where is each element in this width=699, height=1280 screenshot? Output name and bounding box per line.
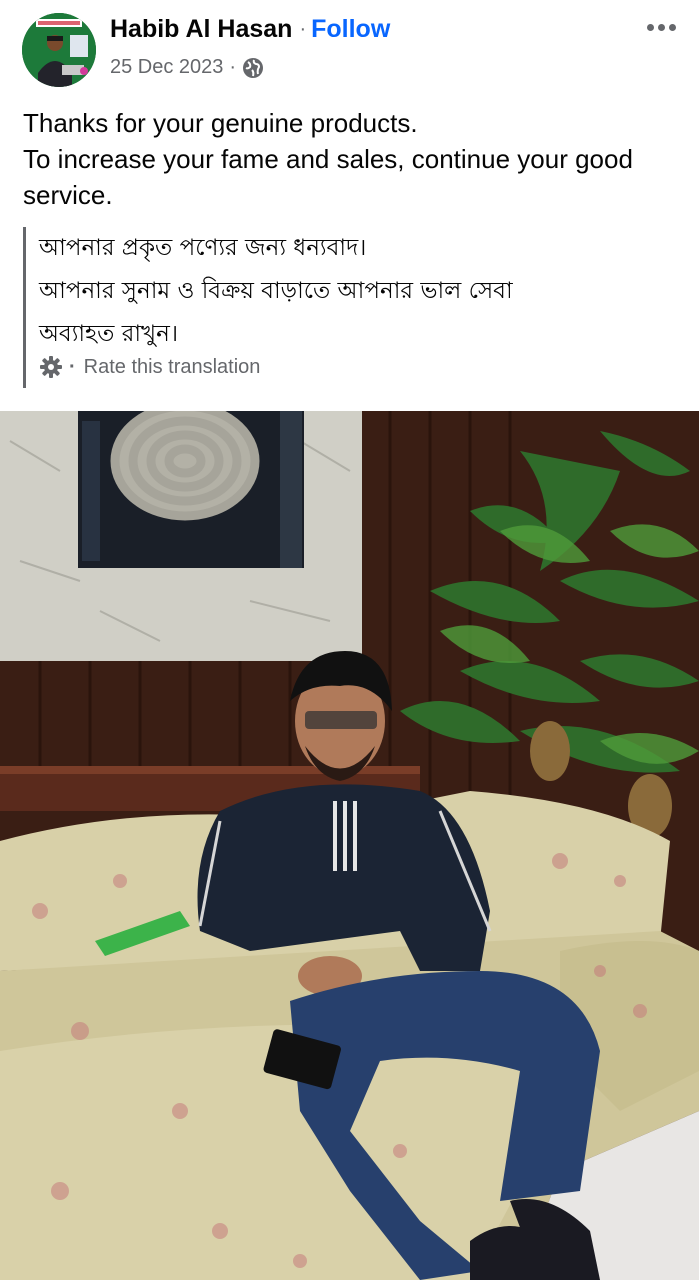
name-separator: · <box>299 18 307 40</box>
post-meta: 25 Dec 2023 · <box>110 56 264 79</box>
follow-button[interactable]: Follow <box>311 15 390 44</box>
translated-line: অব্যাহত রাখুন। <box>39 321 179 347</box>
translated-line: আপনার সুনাম ও বিক্রয় বাড়াতে আপনার ভাল … <box>39 278 513 304</box>
more-options-icon[interactable] <box>641 14 681 40</box>
globe-icon[interactable] <box>242 57 264 79</box>
photo-man-on-sofa <box>0 411 699 1280</box>
translation-block: আপনার প্রকৃত পণ্যের জন্য ধন্যবাদ। আপনার … <box>23 227 673 388</box>
date-separator: · <box>229 56 237 78</box>
translated-line: আপনার প্রকৃত পণ্যের জন্য ধন্যবাদ। <box>39 235 367 261</box>
author-name[interactable]: Habib Al Hasan <box>110 15 292 44</box>
post-text-line: To increase your fame and sales, continu… <box>23 144 633 210</box>
post-text-line: Thanks for your genuine products. <box>23 108 418 138</box>
translated-text: আপনার প্রকৃত পণ্যের জন্য ধন্যবাদ। আপনার … <box>39 227 673 356</box>
post-date[interactable]: 25 Dec 2023 <box>110 56 223 79</box>
author-avatar[interactable] <box>22 13 96 87</box>
footer-separator: · <box>69 355 76 378</box>
author-line: Habib Al Hasan · Follow <box>110 15 390 44</box>
gear-icon[interactable] <box>39 355 63 379</box>
post-text: Thanks for your genuine products. To inc… <box>23 105 673 213</box>
rate-translation-link[interactable]: Rate this translation <box>84 356 261 379</box>
post-header: Habib Al Hasan · Follow 25 Dec 2023 · <box>0 0 699 100</box>
translation-footer: · Rate this translation <box>39 355 260 379</box>
post-photo[interactable] <box>0 411 699 1280</box>
avatar-image <box>22 13 96 87</box>
facebook-post: Habib Al Hasan · Follow 25 Dec 2023 · Th… <box>0 0 699 1280</box>
